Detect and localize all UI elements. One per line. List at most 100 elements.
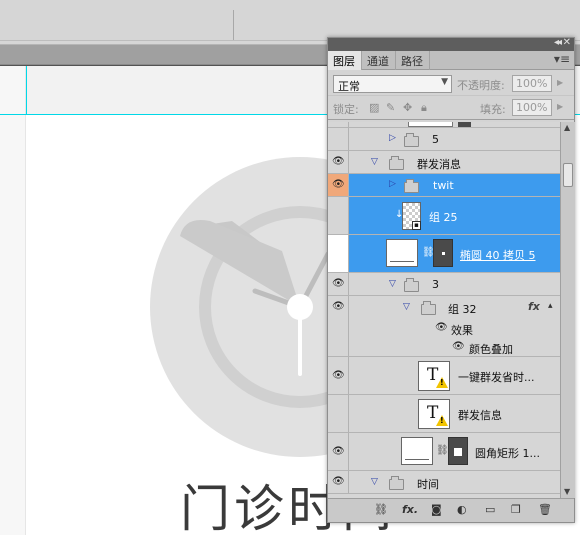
effect-item-row[interactable]: 👁︎ 颜色叠加 [328, 338, 560, 357]
eye-icon[interactable]: 👁︎ [332, 301, 345, 312]
mask-dot [442, 252, 445, 255]
collapse-arrow-icon[interactable]: ▽ [403, 302, 410, 312]
thumb-line [405, 459, 429, 460]
vector-mask [448, 437, 468, 465]
fx-icon[interactable]: fx [528, 300, 540, 313]
scroll-down-icon[interactable]: ▼ [564, 487, 570, 496]
options-divider [233, 10, 234, 40]
close-icon[interactable]: ✕ [563, 37, 571, 48]
layer-name: 3 [432, 278, 439, 291]
visibility-cell[interactable] [328, 197, 349, 234]
link-icon[interactable]: ⛓ [436, 445, 449, 456]
layer-name: twit [433, 179, 454, 192]
scroll-up-icon[interactable]: ▲ [564, 123, 570, 132]
visibility-cell[interactable]: 👁︎ [328, 471, 349, 493]
link-layers-icon[interactable]: ⛓ [374, 503, 388, 516]
adjustment-layer-icon[interactable]: ◐ [457, 503, 467, 516]
eye-icon[interactable]: 👁︎ [332, 446, 345, 457]
new-layer-icon[interactable]: ❐ [511, 503, 521, 516]
blend-mode-select[interactable]: 正常 ▼ [333, 75, 452, 93]
effect-name: 颜色叠加 [469, 343, 513, 356]
eye-icon[interactable]: 👁︎ [332, 278, 345, 289]
layer-row[interactable]: T ! 群发信息 [328, 395, 560, 433]
visibility-cell[interactable] [328, 128, 349, 150]
fill-arrow-icon[interactable]: ▶ [557, 102, 563, 111]
collapse-arrow-icon[interactable]: ▽ [371, 157, 378, 167]
vector-mask [433, 239, 453, 267]
add-mask-icon[interactable]: ◙ [431, 503, 442, 516]
warning-icon: ! [436, 415, 448, 426]
layer-row[interactable]: 👁︎ ▽ 群发消息 [328, 151, 560, 174]
collapse-arrow-icon[interactable]: ▽ [389, 279, 396, 289]
layer-row[interactable]: 👁︎ ▽ 3 [328, 273, 560, 296]
expand-arrow-icon[interactable]: ▷ [389, 133, 396, 143]
text-layer-thumbnail: T ! [418, 361, 450, 391]
lock-move-icon[interactable]: ✥ [403, 101, 412, 114]
text-layer-thumbnail: T ! [418, 399, 450, 429]
layer-thumbnail [408, 122, 453, 127]
lock-all-icon[interactable]: 🔒︎ [421, 101, 427, 115]
visibility-cell[interactable]: 👁︎ [328, 296, 349, 319]
new-group-icon[interactable]: ▭ [485, 503, 495, 516]
layer-name: 圆角矩形 1... [475, 447, 540, 460]
panel-menu-icon[interactable]: ▾≡ [554, 52, 570, 66]
panel-tabs: 图层 通道 路径 ▾≡ [328, 51, 574, 70]
blend-mode-value: 正常 [338, 80, 360, 93]
layer-name: 群发信息 [458, 409, 502, 422]
scroll-thumb[interactable] [563, 163, 573, 187]
delete-layer-icon[interactable]: 🗑︎ [538, 503, 552, 516]
eye-icon[interactable]: 👁︎ [435, 322, 448, 333]
layer-row[interactable]: 👁︎ ⛓ 圆角矩形 1... [328, 433, 560, 471]
layer-list[interactable]: ▷ 5 👁︎ ▽ 群发消息 👁︎ ▷ twit ↓ ▪ 组 25 ⛓ 椭圆 40… [328, 122, 560, 498]
layer-row[interactable]: ▷ 5 [328, 128, 560, 151]
visibility-cell[interactable] [328, 395, 349, 432]
layer-style-icon[interactable]: fx. [402, 503, 418, 516]
visibility-cell[interactable] [328, 235, 349, 272]
visibility-cell[interactable]: 👁︎ [328, 151, 349, 173]
expand-arrow-icon[interactable]: ▷ [389, 179, 396, 189]
visibility-cell[interactable]: 👁︎ [328, 273, 349, 295]
layer-row[interactable]: 👁︎ ▽ 时间 [328, 471, 560, 494]
effects-label: 效果 [451, 324, 473, 337]
layer-name: 椭圆 40 拷贝 5 [460, 249, 536, 262]
layers-panel[interactable]: ◂◂ ✕ 图层 通道 路径 ▾≡ 正常 ▼ 不透明度: 100% ▶ 锁定: ▨… [327, 37, 575, 523]
lock-brush-icon[interactable]: ✎ [386, 101, 395, 114]
effects-row[interactable]: 👁︎ 效果 [328, 319, 560, 338]
opacity-arrow-icon[interactable]: ▶ [557, 78, 563, 87]
tab-layers[interactable]: 图层 [328, 51, 362, 70]
eye-icon[interactable]: 👁︎ [332, 156, 345, 167]
eye-icon[interactable]: 👁︎ [452, 341, 465, 352]
folder-icon [389, 156, 404, 170]
eye-icon[interactable]: 👁︎ [332, 476, 345, 487]
collapse-icon[interactable]: ◂◂ [554, 37, 562, 48]
layer-row-selected[interactable]: 👁︎ ▷ twit [328, 174, 560, 197]
layer-row[interactable]: 👁︎ ▽ 组 32 fx ▴ [328, 296, 560, 319]
layer-row[interactable]: 👁︎ T ! 一键群发省时... [328, 357, 560, 395]
layer-row-selected[interactable]: ↓ ▪ 组 25 [328, 197, 560, 235]
eye-icon[interactable]: 👁︎ [332, 370, 345, 381]
eye-icon[interactable]: 👁︎ [332, 179, 345, 190]
layer-scrollbar[interactable]: ▲ ▼ [560, 122, 575, 498]
visibility-cell[interactable] [328, 319, 349, 338]
tab-paths[interactable]: 路径 [396, 51, 430, 70]
layer-thumbnail [401, 437, 433, 465]
folder-icon [421, 301, 436, 315]
panel-title-bar[interactable]: ◂◂ ✕ [328, 37, 574, 51]
fill-field[interactable]: 100% [512, 99, 552, 116]
folder-icon [404, 179, 419, 193]
visibility-cell[interactable]: 👁︎ [328, 357, 349, 394]
opacity-field[interactable]: 100% [512, 75, 552, 92]
visibility-cell[interactable]: 👁︎ [328, 174, 349, 196]
collapse-arrow-icon[interactable]: ▽ [371, 477, 378, 487]
visibility-cell[interactable] [328, 338, 349, 356]
fx-toggle-icon[interactable]: ▴ [548, 301, 553, 311]
visibility-cell[interactable] [328, 122, 349, 127]
visibility-cell[interactable]: 👁︎ [328, 433, 349, 470]
tab-channels[interactable]: 通道 [362, 51, 396, 70]
lock-transparent-icon[interactable]: ▨ [369, 101, 379, 114]
thumb-line [390, 261, 414, 262]
layer-mask [458, 122, 471, 127]
layer-name: 一键群发省时... [458, 371, 535, 384]
layer-row-selected[interactable]: ⛓ 椭圆 40 拷贝 5 [328, 235, 560, 273]
layer-name: 组 32 [448, 303, 477, 316]
